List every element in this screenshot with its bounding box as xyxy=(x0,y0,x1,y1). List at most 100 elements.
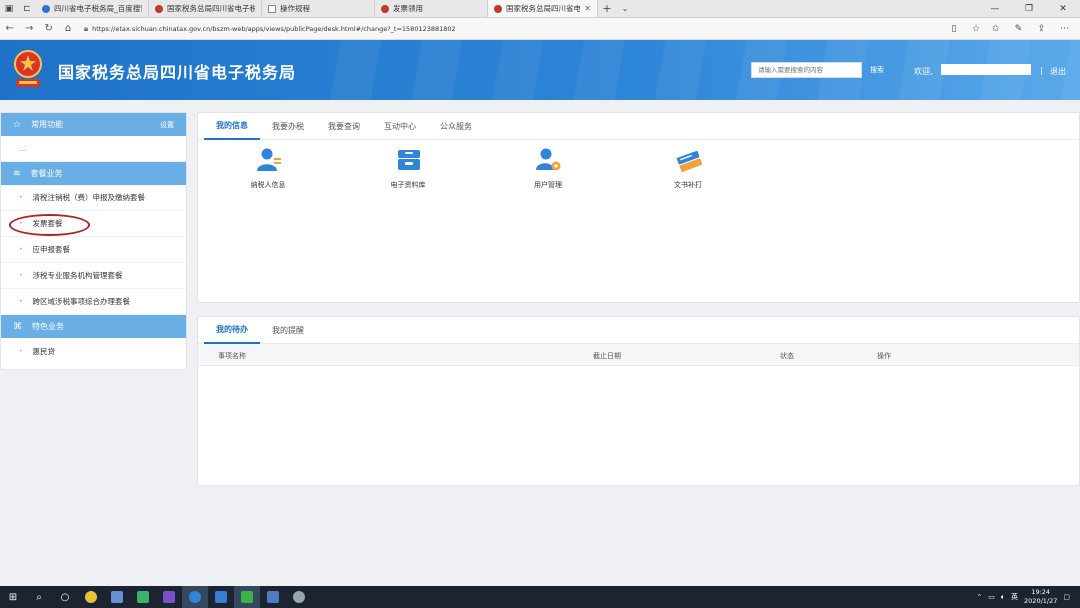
refresh-icon[interactable]: ↻ xyxy=(39,23,58,34)
more-icon[interactable]: ⋯ xyxy=(1053,24,1076,34)
sidebar-item-cross-region-package[interactable]: • 跨区域涉税事项综合办理套餐 xyxy=(1,289,186,315)
bullet-icon: • xyxy=(19,298,23,305)
sidebar-item-deregistration-package[interactable]: • 清税注销税（费）申报及缴纳套餐 xyxy=(1,185,186,211)
app-yellow-icon[interactable] xyxy=(78,586,104,608)
cortana-icon[interactable]: ○ xyxy=(52,586,78,608)
tile-taxpayer-info[interactable]: 纳税人信息 xyxy=(218,147,318,207)
app-doc-icon[interactable] xyxy=(260,586,286,608)
battery-icon[interactable]: ▭ xyxy=(988,593,995,601)
taskbar: ⊞ ⌕ ○ ⌃ ▭ 🔈︎ 英 19:24 2020/1/27 ▢ xyxy=(0,586,1080,608)
visual-studio-icon[interactable] xyxy=(156,586,182,608)
logout-link[interactable]: 退出 xyxy=(1050,66,1066,77)
tab-interaction-center[interactable]: 互动中心 xyxy=(372,113,428,140)
tab-public-service[interactable]: 公众服务 xyxy=(428,113,484,140)
volume-icon[interactable]: 🔈︎ xyxy=(1001,593,1005,602)
app-blue-icon[interactable] xyxy=(104,586,130,608)
col-item-name: 事项名称 xyxy=(218,352,246,360)
browser-tab-1[interactable]: 四川省电子税务局_百度搜索 xyxy=(36,0,149,17)
layers-icon: ≋ xyxy=(13,168,21,179)
browser-tab-3[interactable]: 操作规程 xyxy=(262,0,375,17)
col-status: 状态 xyxy=(780,352,794,360)
bullet-icon: • xyxy=(19,272,23,279)
user-gear-icon xyxy=(536,148,561,171)
browser-tab-5-active[interactable]: 国家税务总局四川省电子 ✕ xyxy=(488,0,598,17)
special-services-header[interactable]: ⌘ 特色业务 xyxy=(1,315,186,338)
sidebar-item-filing-package[interactable]: • 应申报套餐 xyxy=(1,237,186,263)
tab-my-reminders[interactable]: 我的提醒 xyxy=(260,317,316,344)
window-menu-icon[interactable]: ▣ xyxy=(0,0,18,17)
bullet-icon: • xyxy=(19,194,23,201)
share-icon[interactable]: ⇪ xyxy=(1030,24,1053,34)
star-icon: ☆ xyxy=(13,119,22,130)
close-window-icon[interactable]: ✕ xyxy=(1046,0,1080,17)
edge-browser-icon[interactable] xyxy=(182,586,208,608)
forward-arrow-icon[interactable]: → xyxy=(19,23,38,34)
browser-tab-4[interactable]: 发票领用 xyxy=(375,0,488,17)
bullet-icon: • xyxy=(19,246,23,253)
pen-icon[interactable]: ✎ xyxy=(1007,24,1030,34)
app-gray-icon[interactable] xyxy=(286,586,312,608)
browser-tab-2[interactable]: 国家税务总局四川省电子税 xyxy=(149,0,262,17)
minimize-icon[interactable]: — xyxy=(978,0,1012,17)
app-shield-icon[interactable] xyxy=(208,586,234,608)
search-icon[interactable]: ⌕ xyxy=(26,586,52,608)
new-tab-icon[interactable]: + xyxy=(598,0,616,17)
notification-icon[interactable]: ▢ xyxy=(1063,593,1070,601)
search-input[interactable] xyxy=(751,62,862,78)
package-services-header[interactable]: ≋ 套餐业务 xyxy=(1,162,186,185)
search-button[interactable]: 搜索 xyxy=(866,62,888,78)
tab-tax-handling[interactable]: 我要办税 xyxy=(260,113,316,140)
tab-my-info[interactable]: 我的信息 xyxy=(204,113,260,140)
main-tabs: 我的信息 我要办税 我要查询 互动中心 公众服务 xyxy=(198,113,1079,140)
tile-e-document-library[interactable]: 电子资料库 xyxy=(358,147,458,207)
clock[interactable]: 19:24 2020/1/27 xyxy=(1024,588,1057,606)
restore-icon[interactable]: ❐ xyxy=(1012,0,1046,17)
browser-tab-strip: ▣ ⊏ 四川省电子税务局_百度搜索 国家税务总局四川省电子税 操作规程 发票领用… xyxy=(0,0,1080,18)
address-bar: ← → ↻ ⌂ 🔒︎ https://etax.sichuan.chinatax… xyxy=(0,18,1080,40)
sidebar: ☆ 常用功能 设置 ... ≋ 套餐业务 • 清税注销税（费）申报及缴纳套餐 •… xyxy=(0,112,187,370)
lock-icon: 🔒︎ xyxy=(83,23,89,33)
header-separator: | xyxy=(1040,66,1043,75)
masked-user-name xyxy=(941,64,1031,75)
home-icon[interactable]: ⌂ xyxy=(58,23,77,34)
tax-emblem-favicon-icon xyxy=(155,4,163,13)
tray-chevron-up-icon[interactable]: ⌃ xyxy=(976,593,982,601)
baidu-favicon-icon xyxy=(42,4,50,13)
tab-list-chevron-down-icon[interactable]: ⌄ xyxy=(616,0,634,17)
system-tray: ⌃ ▭ 🔈︎ 英 19:24 2020/1/27 ▢ xyxy=(976,588,1080,606)
settings-link[interactable]: 设置 xyxy=(160,120,174,130)
function-tiles: 纳税人信息 电子资料库 用户管理 文书补打 xyxy=(198,147,1080,207)
col-deadline: 截止日期 xyxy=(593,352,621,360)
url-field[interactable]: 🔒︎ https://etax.sichuan.chinatax.gov.cn/… xyxy=(84,22,940,36)
ime-indicator[interactable]: 英 xyxy=(1011,592,1018,602)
tax-emblem-favicon-icon xyxy=(494,4,502,13)
annotation-circle xyxy=(9,214,90,236)
wechat-icon[interactable] xyxy=(234,586,260,608)
tab-query[interactable]: 我要查询 xyxy=(316,113,372,140)
common-functions-placeholder: ... xyxy=(1,136,186,162)
close-tab-icon[interactable]: ✕ xyxy=(584,4,591,13)
back-arrow-icon[interactable]: ← xyxy=(0,23,19,34)
tickets-icon xyxy=(676,150,702,172)
reading-view-icon[interactable]: ▯ xyxy=(946,24,962,34)
tile-user-management[interactable]: 用户管理 xyxy=(498,147,598,207)
sidebar-item-huimindai[interactable]: • 惠民贷 xyxy=(1,338,186,364)
welcome-text: 欢迎, xyxy=(914,67,933,76)
document-favicon-icon xyxy=(268,4,276,13)
tile-document-reprint[interactable]: 文书补打 xyxy=(638,147,738,207)
tab-actions-icon[interactable]: ⊏ xyxy=(18,0,36,17)
tab-my-todo[interactable]: 我的待办 xyxy=(204,317,260,344)
favorites-list-icon[interactable]: ✩ xyxy=(984,24,1007,34)
sidebar-item-agency-package[interactable]: • 涉税专业服务机构管理套餐 xyxy=(1,263,186,289)
bullet-icon: • xyxy=(19,347,23,355)
app-green-icon[interactable] xyxy=(130,586,156,608)
todo-tabs: 我的待办 我的提醒 xyxy=(198,317,1079,344)
favorite-star-icon[interactable]: ☆ xyxy=(968,24,984,34)
document-box-icon xyxy=(398,150,420,170)
taxpayer-user-icon xyxy=(257,148,281,171)
my-todo-panel: 我的待办 我的提醒 事项名称 截止日期 状态 操作 xyxy=(197,316,1080,486)
common-functions-header: ☆ 常用功能 设置 xyxy=(1,113,186,136)
windows-start-icon[interactable]: ⊞ xyxy=(0,586,26,608)
site-title: 国家税务总局四川省电子税务局 xyxy=(58,63,297,82)
tax-emblem-favicon-icon xyxy=(381,4,389,13)
